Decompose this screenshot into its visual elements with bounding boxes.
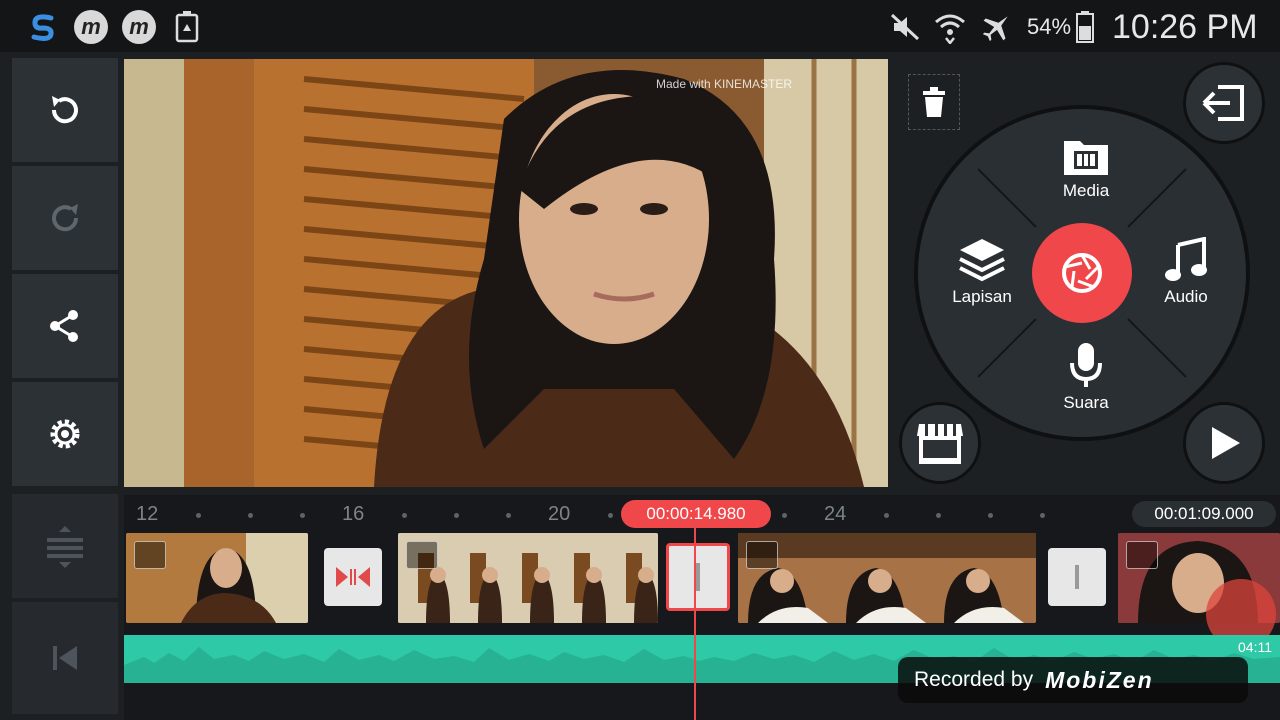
track-adjust-button[interactable] <box>12 494 118 598</box>
image-clip-icon <box>406 541 438 569</box>
image-clip-icon <box>746 541 778 569</box>
wifi-icon <box>933 10 967 44</box>
ruler-dot <box>402 513 407 518</box>
mobizen-logo: MobiZen <box>1045 666 1154 693</box>
status-bar: m m 54% 10:26 PM <box>0 0 1280 52</box>
clock: 10:26 PM <box>1112 8 1258 46</box>
ruler-dot <box>506 513 511 518</box>
transition-button[interactable] <box>1048 548 1106 606</box>
media-button[interactable]: Media <box>1046 135 1126 201</box>
timeline[interactable]: 12 16 20 24 04:11 00:00:14.980 00:01:09.… <box>124 495 1280 720</box>
preview-frame-image <box>124 59 888 487</box>
record-camera-button[interactable] <box>1032 223 1132 323</box>
layer-button[interactable]: Lapisan <box>942 237 1022 307</box>
playhead-time: 00:00:14.980 <box>621 500 771 528</box>
transition-icon <box>336 567 370 587</box>
clip-thumbnail <box>738 533 1036 623</box>
video-clip[interactable] <box>126 533 308 623</box>
video-clip[interactable] <box>398 533 658 623</box>
media-browser-ring: Media Lapisan Audio Suara <box>914 105 1250 441</box>
asset-store-button[interactable] <box>899 402 981 484</box>
split-track-icon <box>47 526 83 568</box>
image-clip-icon <box>1126 541 1158 569</box>
watermark: Made with KINEMASTER <box>656 77 793 91</box>
shutter-icon <box>1062 253 1102 293</box>
media-folder-icon <box>1064 141 1108 175</box>
image-clip-icon <box>134 541 166 569</box>
ruler-dot <box>300 513 305 518</box>
play-button[interactable] <box>1183 402 1265 484</box>
transition-button-selected[interactable] <box>666 543 730 611</box>
ruler-label: 20 <box>548 503 571 525</box>
ruler-label: 12 <box>136 503 159 525</box>
ruler-dot <box>454 513 459 518</box>
ruler-dot <box>248 513 253 518</box>
share-button[interactable] <box>12 274 118 378</box>
audio-label: Audio <box>1164 287 1208 306</box>
share-icon <box>50 310 78 342</box>
battery-percent: 54% <box>1027 14 1072 39</box>
audio-button[interactable]: Audio <box>1146 237 1226 307</box>
video-preview[interactable]: Made with KINEMASTER <box>124 59 888 487</box>
ruler-dot <box>782 513 787 518</box>
airplane-icon <box>980 10 1014 44</box>
ruler-dot <box>196 513 201 518</box>
undo-icon <box>51 96 78 124</box>
play-icon <box>1212 427 1240 459</box>
battery-icon <box>1074 10 1096 44</box>
microphone-icon <box>1070 343 1102 387</box>
ruler-dot <box>884 513 889 518</box>
ruler-dot <box>1040 513 1045 518</box>
total-duration: 00:01:09.000 <box>1132 501 1276 527</box>
mobizen-icon: m <box>122 10 156 44</box>
mute-icon <box>888 10 922 44</box>
recorded-by-overlay: Recorded by MobiZen <box>898 657 1248 703</box>
ruler-label: 16 <box>342 503 365 525</box>
settings-button[interactable] <box>12 382 118 486</box>
voice-label: Suara <box>1063 393 1109 412</box>
skip-to-start-button[interactable] <box>12 602 118 714</box>
video-clip[interactable] <box>738 533 1036 623</box>
skip-start-icon <box>53 646 77 670</box>
redo-button[interactable] <box>12 166 118 270</box>
media-label: Media <box>1062 181 1110 200</box>
voice-button[interactable]: Suara <box>1046 341 1126 413</box>
ruler-dot <box>608 513 613 518</box>
redo-icon <box>52 204 79 232</box>
ruler-dot <box>988 513 993 518</box>
transition-button[interactable] <box>324 548 382 606</box>
recorded-by-label: Recorded by <box>914 668 1034 691</box>
layers-icon <box>959 239 1005 282</box>
transition-empty-icon <box>1075 565 1079 589</box>
ruler-dot <box>936 513 941 518</box>
s-app-icon <box>26 10 60 44</box>
mobizen-icon: m <box>74 10 108 44</box>
undo-button[interactable] <box>12 58 118 162</box>
playhead-line[interactable] <box>694 519 696 720</box>
layer-label: Lapisan <box>952 287 1012 306</box>
clip-duration: 04:11 <box>1238 639 1272 655</box>
transition-empty-icon <box>696 563 700 591</box>
music-note-icon <box>1165 237 1207 281</box>
ruler-label: 24 <box>824 503 847 525</box>
gear-icon <box>50 419 80 449</box>
store-icon <box>917 424 963 464</box>
recycle-battery-icon <box>172 10 202 44</box>
kinemaster-editor: Made with KINEMASTER Media Lapisan Audio <box>0 52 1280 720</box>
